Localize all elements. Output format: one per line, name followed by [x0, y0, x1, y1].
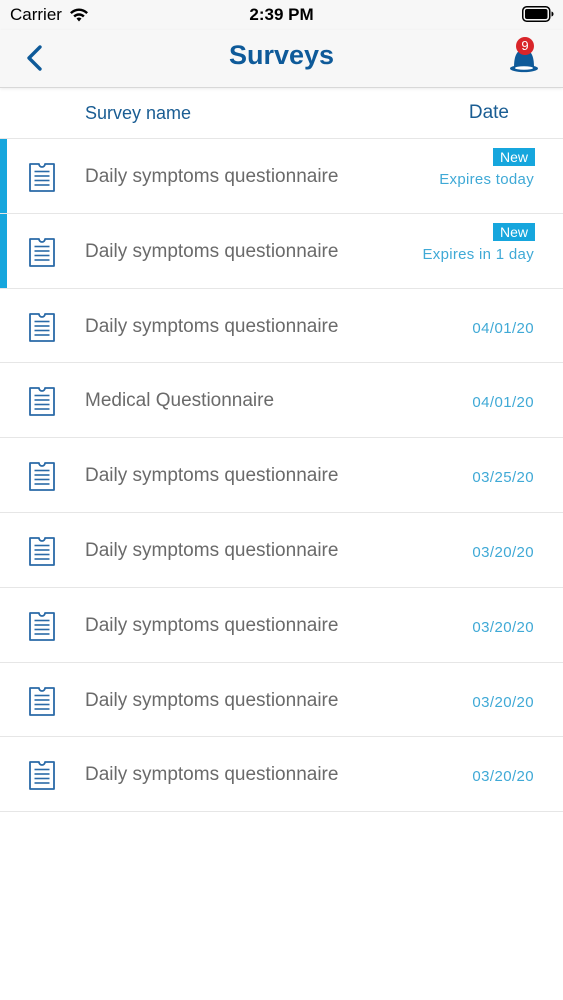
survey-row[interactable]: Daily symptoms questionnaire 03/20/20	[0, 513, 563, 588]
clipboard-document-icon	[29, 237, 55, 267]
survey-row[interactable]: Daily symptoms questionnaire 03/20/20	[0, 663, 563, 738]
survey-name: Daily symptoms questionnaire	[85, 240, 339, 262]
new-badge: New	[492, 148, 535, 166]
survey-date: 04/01/20	[472, 319, 534, 337]
survey-name: Daily symptoms questionnaire	[85, 539, 339, 561]
navigation-bar: Surveys 9	[0, 30, 563, 88]
survey-date: 03/20/20	[472, 768, 534, 786]
table-header: Survey name Date	[0, 89, 563, 139]
survey-row[interactable]: Daily symptoms questionnaire New Expires…	[0, 139, 563, 214]
battery-icon	[522, 6, 554, 22]
column-header-date: Date	[468, 102, 509, 123]
survey-name: Daily symptoms questionnaire	[85, 614, 339, 636]
survey-row[interactable]: Medical Questionnaire 04/01/20	[0, 363, 563, 439]
survey-date: 03/20/20	[472, 543, 534, 561]
column-header-survey-name: Survey name	[85, 103, 192, 123]
notification-badge: 9	[516, 37, 534, 55]
clipboard-document-icon	[29, 537, 55, 566]
clipboard-document-icon	[29, 686, 55, 716]
status-bar: Carrier 2:39 PM	[0, 0, 563, 30]
expires-label: Expires in 1 day	[422, 245, 534, 263]
clipboard-document-icon	[29, 312, 55, 342]
clipboard-document-icon	[29, 761, 55, 791]
survey-name: Daily symptoms questionnaire	[85, 166, 339, 187]
status-time: 2:39 PM	[249, 5, 314, 24]
clipboard-document-icon	[29, 611, 55, 641]
survey-row[interactable]: Daily symptoms questionnaire 03/25/20	[0, 438, 563, 513]
clipboard-document-icon	[29, 387, 55, 417]
survey-date: 04/01/20	[472, 394, 534, 412]
survey-name: Daily symptoms questionnaire	[85, 689, 339, 711]
survey-list: Daily symptoms questionnaire New Expires…	[0, 139, 563, 813]
survey-name: Daily symptoms questionnaire	[85, 764, 339, 786]
survey-name: Medical Questionnaire	[85, 390, 275, 412]
survey-row[interactable]: Daily symptoms questionnaire 04/01/20	[0, 289, 563, 364]
survey-name: Daily symptoms questionnaire	[85, 315, 339, 337]
survey-date: 03/20/20	[472, 693, 534, 711]
clipboard-document-icon	[29, 163, 55, 192]
survey-date: 03/25/20	[472, 469, 534, 487]
expires-label: Expires today	[439, 171, 534, 188]
new-indicator-bar	[0, 213, 7, 288]
survey-row[interactable]: Daily symptoms questionnaire New Expires…	[0, 213, 563, 289]
survey-row[interactable]: Daily symptoms questionnaire 03/20/20	[0, 737, 563, 813]
survey-name: Daily symptoms questionnaire	[85, 465, 339, 487]
new-badge: New	[492, 222, 535, 241]
survey-row[interactable]: Daily symptoms questionnaire 03/20/20	[0, 588, 563, 663]
survey-date: 03/20/20	[472, 618, 534, 636]
clipboard-document-icon	[29, 462, 55, 492]
page-title: Surveys	[228, 40, 335, 70]
new-indicator-bar	[0, 139, 7, 213]
